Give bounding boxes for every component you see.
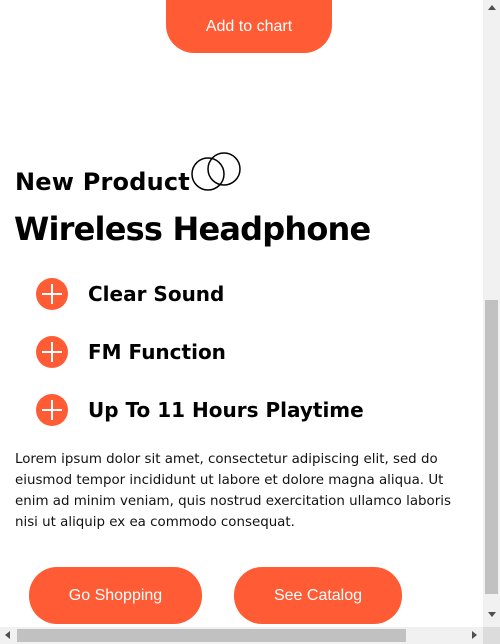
product-title: Wireless Headphone	[14, 210, 371, 248]
scroll-down-arrow-icon[interactable]	[488, 612, 496, 617]
horizontal-scroll-thumb[interactable]	[17, 629, 406, 642]
page-viewport: Add to chart New Product Wireless Headph…	[0, 0, 483, 627]
scrollbar-corner	[483, 627, 500, 644]
go-shopping-button[interactable]: Go Shopping	[29, 567, 202, 624]
scroll-left-arrow-icon[interactable]	[5, 631, 10, 639]
feature-item: Up To 11 Hours Playtime	[36, 394, 364, 426]
interlocking-circles-icon	[191, 152, 241, 191]
plus-circle-icon	[36, 278, 68, 310]
add-to-chart-button[interactable]: Add to chart	[166, 0, 332, 53]
scroll-up-arrow-icon[interactable]	[488, 5, 496, 10]
feature-label: Up To 11 Hours Playtime	[88, 398, 364, 422]
feature-item: FM Function	[36, 336, 226, 368]
horizontal-scrollbar[interactable]	[0, 627, 483, 644]
vertical-scrollbar[interactable]	[483, 0, 500, 627]
plus-circle-icon	[36, 336, 68, 368]
plus-circle-icon	[36, 394, 68, 426]
see-catalog-button[interactable]: See Catalog	[234, 567, 402, 624]
feature-label: Clear Sound	[88, 282, 225, 306]
product-description: Lorem ipsum dolor sit amet, consectetur …	[15, 452, 451, 530]
product-eyebrow: New Product	[15, 168, 190, 196]
feature-item: Clear Sound	[36, 278, 224, 310]
scroll-right-arrow-icon[interactable]	[472, 631, 477, 639]
vertical-scroll-thumb[interactable]	[485, 300, 498, 594]
feature-label: FM Function	[88, 340, 226, 364]
